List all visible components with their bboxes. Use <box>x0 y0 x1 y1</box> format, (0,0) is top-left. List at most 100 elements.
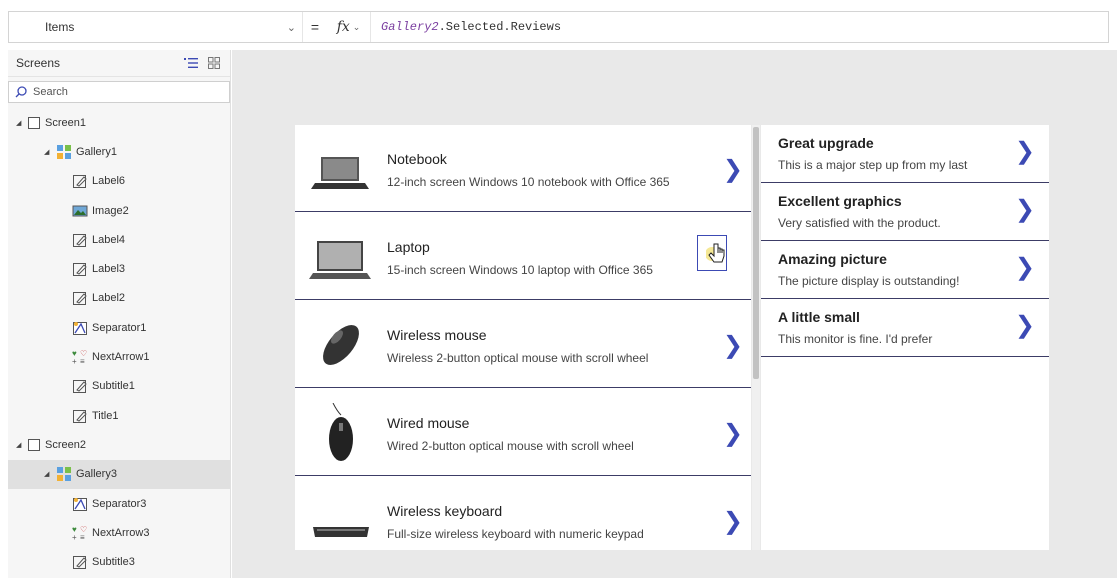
review-text: This monitor is fine. I'd prefer <box>778 332 933 346</box>
tree-node[interactable]: ◢ Screen2 <box>8 430 230 459</box>
mouse-icon <box>323 325 359 365</box>
product-subtitle: 12-inch screen Windows 10 notebook with … <box>387 175 670 189</box>
tree-node[interactable]: Label6 <box>8 167 230 196</box>
tree-list: ◢ Screen1 ◢ Gallery1 Label6 Image2 Label4 Label… <box>8 108 230 577</box>
expand-caret-icon[interactable]: ◢ <box>16 441 24 449</box>
keyboard-icon <box>313 527 369 537</box>
product-title: Wired mouse <box>387 415 470 431</box>
tree-node[interactable]: ♥ ♡ + ≡ NextArrow3 <box>8 518 230 547</box>
product-gallery[interactable]: Notebook 12-inch screen Windows 10 noteb… <box>295 125 751 550</box>
tree-node-label: Subtitle1 <box>92 380 135 393</box>
next-arrow-icon[interactable]: ❯ <box>723 155 743 183</box>
fx-icon: fx <box>336 19 350 35</box>
review-text: Very satisfied with the product. <box>778 216 941 230</box>
scrollbar-thumb[interactable] <box>753 127 759 379</box>
product-subtitle: Wired 2-button optical mouse with scroll… <box>387 439 634 453</box>
search-icon <box>15 86 27 98</box>
expand-caret-icon[interactable]: ◢ <box>44 148 52 156</box>
grid-view-icon[interactable] <box>208 57 220 69</box>
tree-node[interactable]: Image2 <box>8 196 230 225</box>
product-title: Wireless mouse <box>387 327 487 343</box>
next-arrow-icon[interactable]: ❯ <box>1015 195 1035 224</box>
property-dropdown[interactable]: Items ⌄ <box>9 12 303 42</box>
gallery-icon <box>56 466 72 482</box>
next-arrow-icon[interactable]: ❯ <box>1015 253 1035 282</box>
next-arrow-icon[interactable]: ❯ <box>723 507 743 535</box>
review-title: Great upgrade <box>778 135 874 151</box>
selected-arrow-box[interactable] <box>697 235 727 271</box>
expand-caret-icon[interactable]: ◢ <box>16 119 24 127</box>
gallery-row[interactable]: Wired mouse Wired 2-button optical mouse… <box>295 389 751 476</box>
gallery-row[interactable]: Wireless keyboard Full-size wireless key… <box>295 477 751 550</box>
tree-node-label: Label6 <box>92 175 126 188</box>
tree-node[interactable]: ◢ Gallery1 <box>8 137 230 166</box>
tree-node[interactable]: ◢ Gallery3 <box>8 459 230 489</box>
product-title: Wireless keyboard <box>387 503 503 519</box>
tree-node[interactable]: ♥ ♡ + ≡ NextArrow1 <box>8 342 230 371</box>
tree-node-label: Subtitle3 <box>92 556 135 569</box>
svg-text:≡: ≡ <box>80 533 85 541</box>
tree-node-label: Label4 <box>92 233 126 246</box>
tree-node-label: Gallery1 <box>76 145 117 158</box>
review-title: A little small <box>778 309 860 325</box>
product-title: Notebook <box>387 151 447 167</box>
image-icon <box>72 203 88 219</box>
tree-node-label: Screen2 <box>45 438 86 451</box>
formula-input[interactable]: Gallery2.Selected.Reviews <box>371 20 561 34</box>
tree-node-label: NextArrow1 <box>92 351 150 364</box>
tree-node[interactable]: Separator1 <box>8 313 230 342</box>
tree-node[interactable]: ◢ Screen1 <box>8 108 230 137</box>
fx-button[interactable]: fx ⌄ <box>327 12 371 42</box>
gallery-row[interactable]: Wireless mouse Wireless 2-button optical… <box>295 301 751 388</box>
chevron-down-icon: ⌄ <box>352 21 361 32</box>
tree-node[interactable]: Label4 <box>8 225 230 254</box>
next-arrow-icon[interactable]: ❯ <box>723 419 743 447</box>
property-name: Items <box>45 20 75 34</box>
tree-node-label: Separator1 <box>92 321 147 334</box>
review-row[interactable]: Great upgrade This is a major step up fr… <box>761 125 1049 183</box>
svg-text:+: + <box>72 357 77 365</box>
tree-node-label: Title1 <box>92 409 119 422</box>
separator-icon <box>72 320 88 336</box>
label-icon <box>72 554 88 570</box>
tree-node[interactable]: Title1 <box>8 401 230 430</box>
tree-node-label: Label2 <box>92 292 126 305</box>
tree-view-header: Screens <box>8 50 230 77</box>
list-view-icon[interactable] <box>184 57 198 69</box>
review-row[interactable]: Excellent graphics Very satisfied with t… <box>761 183 1049 241</box>
expand-caret-icon[interactable]: ◢ <box>44 470 52 478</box>
label-icon <box>72 408 88 424</box>
tree-node[interactable]: Label2 <box>8 284 230 313</box>
tree-view-pane: Screens Search ◢ Screen1 ◢ Gallery1 Label6 Im… <box>8 50 231 578</box>
tree-node[interactable]: Separator3 <box>8 489 230 518</box>
next-arrow-icon[interactable]: ❯ <box>723 331 743 359</box>
gallery-icon <box>56 144 72 160</box>
tree-search-input[interactable]: Search <box>8 81 230 103</box>
formula-object: Gallery2 <box>381 20 439 34</box>
app-window: Items ⌄ = fx ⌄ Gallery2.Selected.Reviews… <box>0 0 1117 578</box>
tree-node-label: Separator3 <box>92 497 147 510</box>
label-icon <box>72 261 88 277</box>
hand-cursor-icon <box>706 243 725 263</box>
gallery-row[interactable]: Notebook 12-inch screen Windows 10 noteb… <box>295 125 751 212</box>
tree-node-label: Label3 <box>92 263 126 276</box>
reviews-gallery[interactable]: Great upgrade This is a major step up fr… <box>761 125 1049 550</box>
next-arrow-icon[interactable]: ❯ <box>1015 137 1035 166</box>
tree-node-label: Image2 <box>92 204 129 217</box>
tree-node[interactable]: Subtitle3 <box>8 547 230 576</box>
review-title: Excellent graphics <box>778 193 902 209</box>
next-arrow-icon[interactable]: ❯ <box>1015 311 1035 340</box>
equals-sign: = <box>310 19 320 35</box>
tree-node[interactable]: Subtitle1 <box>8 372 230 401</box>
review-row[interactable]: A little small This monitor is fine. I'd… <box>761 299 1049 357</box>
review-text: This is a major step up from my last <box>778 158 968 172</box>
review-row[interactable]: Amazing picture The picture display is o… <box>761 241 1049 299</box>
review-text: The picture display is outstanding! <box>778 274 960 288</box>
label-icon <box>72 173 88 189</box>
gallery-row-selected[interactable]: Laptop 15-inch screen Windows 10 laptop … <box>295 213 751 300</box>
icons-icon: ♥ ♡ + ≡ <box>72 349 88 366</box>
tree-node[interactable]: Label3 <box>8 254 230 283</box>
gallery-scrollbar[interactable] <box>752 125 760 550</box>
product-subtitle: Full-size wireless keyboard with numeric… <box>387 527 644 541</box>
icons-icon: ♥ ♡ + ≡ <box>72 525 88 542</box>
